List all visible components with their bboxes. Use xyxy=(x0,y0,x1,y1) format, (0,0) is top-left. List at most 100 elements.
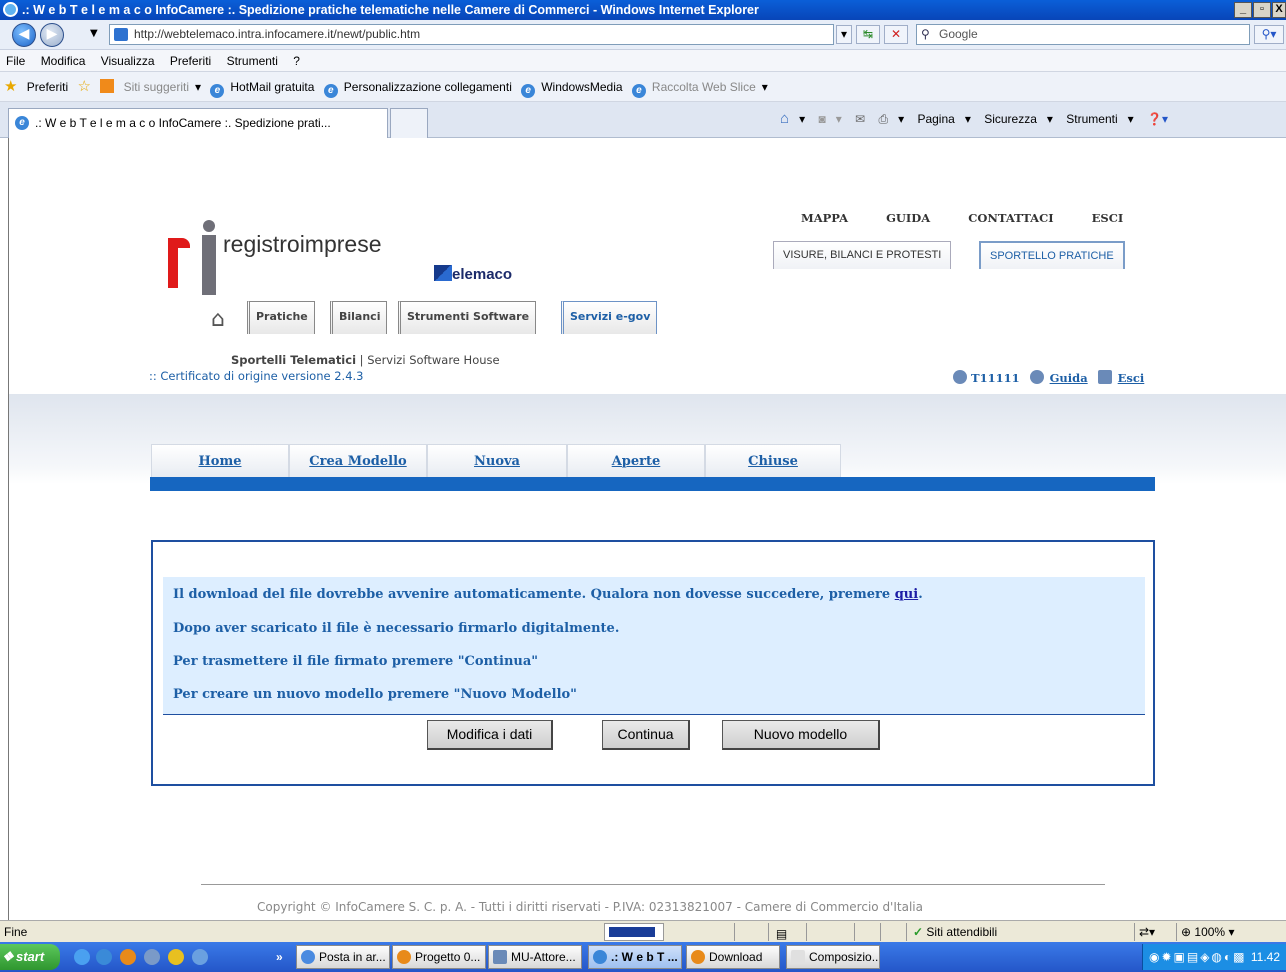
link-contattaci[interactable]: CONTATTACI xyxy=(968,211,1053,225)
zoom-value: 100% xyxy=(1194,925,1226,939)
sportelli-breadcrumb: Sportelli Telematici | Servizi Software … xyxy=(231,353,500,367)
task-label: Download xyxy=(709,950,763,964)
favorites-button[interactable]: Preferiti xyxy=(27,80,68,94)
forward-button[interactable]: ▶ xyxy=(40,23,64,47)
add-favorite-icon[interactable]: ☆ xyxy=(77,78,90,95)
fav-personalizzazione[interactable]: Personalizzazione collegamenti xyxy=(344,80,512,94)
feeds-icon[interactable]: ◙ xyxy=(818,112,825,126)
browser-tab-active[interactable]: e .: W e b T e l e m a c o InfoCamere :.… xyxy=(8,108,388,138)
app-quicklaunch-icon[interactable] xyxy=(192,949,208,965)
restore-button[interactable]: ▫ xyxy=(1253,2,1271,18)
start-button[interactable]: ❖ start xyxy=(0,944,60,970)
dropdown-icon[interactable]: ▾ xyxy=(799,112,805,126)
dropdown-icon[interactable]: ▾ xyxy=(836,112,842,126)
search-go-icon[interactable]: ⚲▾ xyxy=(1254,25,1284,44)
task-posta[interactable]: Posta in ar... xyxy=(296,945,390,969)
back-button[interactable]: ◀ xyxy=(12,23,36,47)
task-composizione[interactable]: Composizio... xyxy=(786,945,880,969)
task-download[interactable]: Download xyxy=(686,945,780,969)
fav-dropdown-icon[interactable]: ▾ xyxy=(762,80,768,94)
link-esci[interactable]: ESCI xyxy=(1092,211,1124,225)
tab-strumenti-software[interactable]: Strumenti Software xyxy=(398,301,537,334)
tray-icons[interactable]: ◉✹▣▤◈◍◐▩ xyxy=(1143,944,1247,970)
nav-crea-modello[interactable]: Crea Modello xyxy=(289,444,427,477)
modifica-dati-button[interactable]: Modifica i dati xyxy=(427,720,553,750)
menu-strumenti[interactable]: Strumenti xyxy=(227,54,278,68)
link-mappa[interactable]: MAPPA xyxy=(801,211,848,225)
security-zone[interactable]: ✓ Siti attendibili xyxy=(906,923,1132,941)
fav-web-slice[interactable]: Raccolta Web Slice xyxy=(652,80,756,94)
dropdown-icon[interactable]: ▾ xyxy=(1047,112,1053,126)
help-icon[interactable]: ❓▾ xyxy=(1147,112,1168,126)
app-quicklaunch-icon[interactable] xyxy=(168,949,184,965)
tab-servizi-egov[interactable]: Servizi e-gov xyxy=(561,301,658,334)
user-icon xyxy=(953,370,967,384)
menu-modifica[interactable]: Modifica xyxy=(41,54,86,68)
menu-visualizza[interactable]: Visualizza xyxy=(101,54,155,68)
home-icon[interactable]: ⌂ xyxy=(780,110,789,127)
task-progetto[interactable]: Progetto 0... xyxy=(392,945,486,969)
nav-aperte[interactable]: Aperte xyxy=(567,444,705,477)
mail-icon[interactable]: ✉ xyxy=(855,112,865,126)
zoom-control[interactable]: ⊕ 100% ▾ xyxy=(1176,923,1286,941)
address-bar[interactable]: http://webtelemaco.intra.infocamere.it/n… xyxy=(109,24,834,45)
fav-dropdown-icon[interactable]: ▾ xyxy=(195,80,201,94)
cmd-strumenti[interactable]: Strumenti xyxy=(1066,112,1117,126)
address-dropdown-icon[interactable]: ▾ xyxy=(836,25,852,44)
print-icon[interactable]: ⎙ xyxy=(878,112,888,126)
menu-bar: File Modifica Visualizza Preferiti Strum… xyxy=(0,50,1286,72)
mail-icon xyxy=(791,950,805,964)
dropdown-icon[interactable]: ▾ xyxy=(898,112,904,126)
sportello-pratiche-button[interactable]: SPORTELLO PRATICHE xyxy=(979,241,1125,269)
firefox-quicklaunch-icon[interactable] xyxy=(120,949,136,965)
visure-button[interactable]: VISURE, BILANCI E PROTESTI xyxy=(773,241,952,269)
task-webtelemaco[interactable]: .: W e b T ... xyxy=(588,945,682,969)
home-icon[interactable]: ⌂ xyxy=(211,307,225,332)
menu-help[interactable]: ? xyxy=(293,54,300,68)
dropdown-icon[interactable]: ▾ xyxy=(965,112,971,126)
app-quicklaunch-icon[interactable] xyxy=(144,949,160,965)
dropdown-icon[interactable]: ▾ xyxy=(1128,112,1134,126)
link-guida[interactable]: GUIDA xyxy=(886,211,930,225)
more-icon[interactable]: » xyxy=(276,942,283,972)
start-label: start xyxy=(16,949,45,964)
tab-bilanci[interactable]: Bilanci xyxy=(330,301,388,334)
suggested-sites-icon xyxy=(100,79,115,93)
continua-button[interactable]: Continua xyxy=(602,720,690,750)
esci-link[interactable]: Esci xyxy=(1118,371,1145,385)
fav-windowsmedia[interactable]: WindowsMedia xyxy=(541,80,622,94)
command-bar: ⌂ ▾ ◙ ▾ ✉ ⎙ ▾ Pagina ▾ Sicurezza ▾ Strumenti ▾… xyxy=(780,104,1286,134)
close-button[interactable]: X xyxy=(1272,2,1286,18)
guida-link[interactable]: Guida xyxy=(1050,371,1088,385)
cmd-sicurezza[interactable]: Sicurezza xyxy=(984,112,1037,126)
sportelli-telematici-link[interactable]: Sportelli Telematici xyxy=(231,353,356,367)
nuovo-modello-button[interactable]: Nuovo modello xyxy=(722,720,880,750)
cmd-pagina[interactable]: Pagina xyxy=(917,112,954,126)
refresh-icon[interactable]: ↹ xyxy=(856,25,880,44)
task-label: Posta in ar... xyxy=(319,950,386,964)
new-tab-button[interactable] xyxy=(390,108,428,138)
history-dropdown-icon[interactable]: ▼ xyxy=(90,28,98,39)
outlook-icon xyxy=(301,950,315,964)
message-text: Il download del file dovrebbe avvenire a… xyxy=(173,587,895,602)
nav-home[interactable]: Home xyxy=(151,444,289,477)
telemaco-logo-text: elemaco xyxy=(452,266,513,283)
menu-preferiti[interactable]: Preferiti xyxy=(170,54,211,68)
nav-nuova[interactable]: Nuova xyxy=(427,444,567,477)
search-icon: ⚲ xyxy=(921,27,930,41)
outlook-quicklaunch-icon[interactable] xyxy=(96,949,112,965)
fav-hotmail[interactable]: HotMail gratuita xyxy=(230,80,314,94)
search-input[interactable]: ⚲ Google xyxy=(916,24,1250,45)
ie-page-icon: e xyxy=(631,84,646,98)
servizi-software-house-link[interactable]: | Servizi Software House xyxy=(356,353,500,367)
qui-link[interactable]: qui xyxy=(895,587,918,602)
task-mu-attore[interactable]: MU-Attore... xyxy=(488,945,582,969)
nav-chiuse[interactable]: Chiuse xyxy=(705,444,841,477)
minimize-button[interactable]: _ xyxy=(1234,2,1252,18)
menu-file[interactable]: File xyxy=(6,54,25,68)
stop-icon[interactable]: ✕ xyxy=(884,25,908,44)
tab-pratiche[interactable]: Pratiche xyxy=(247,301,315,334)
ie-quicklaunch-icon[interactable] xyxy=(74,949,90,965)
protected-mode-icon[interactable]: ⇄▾ xyxy=(1134,923,1174,941)
fav-siti-suggeriti[interactable]: Siti suggeriti xyxy=(124,80,189,94)
